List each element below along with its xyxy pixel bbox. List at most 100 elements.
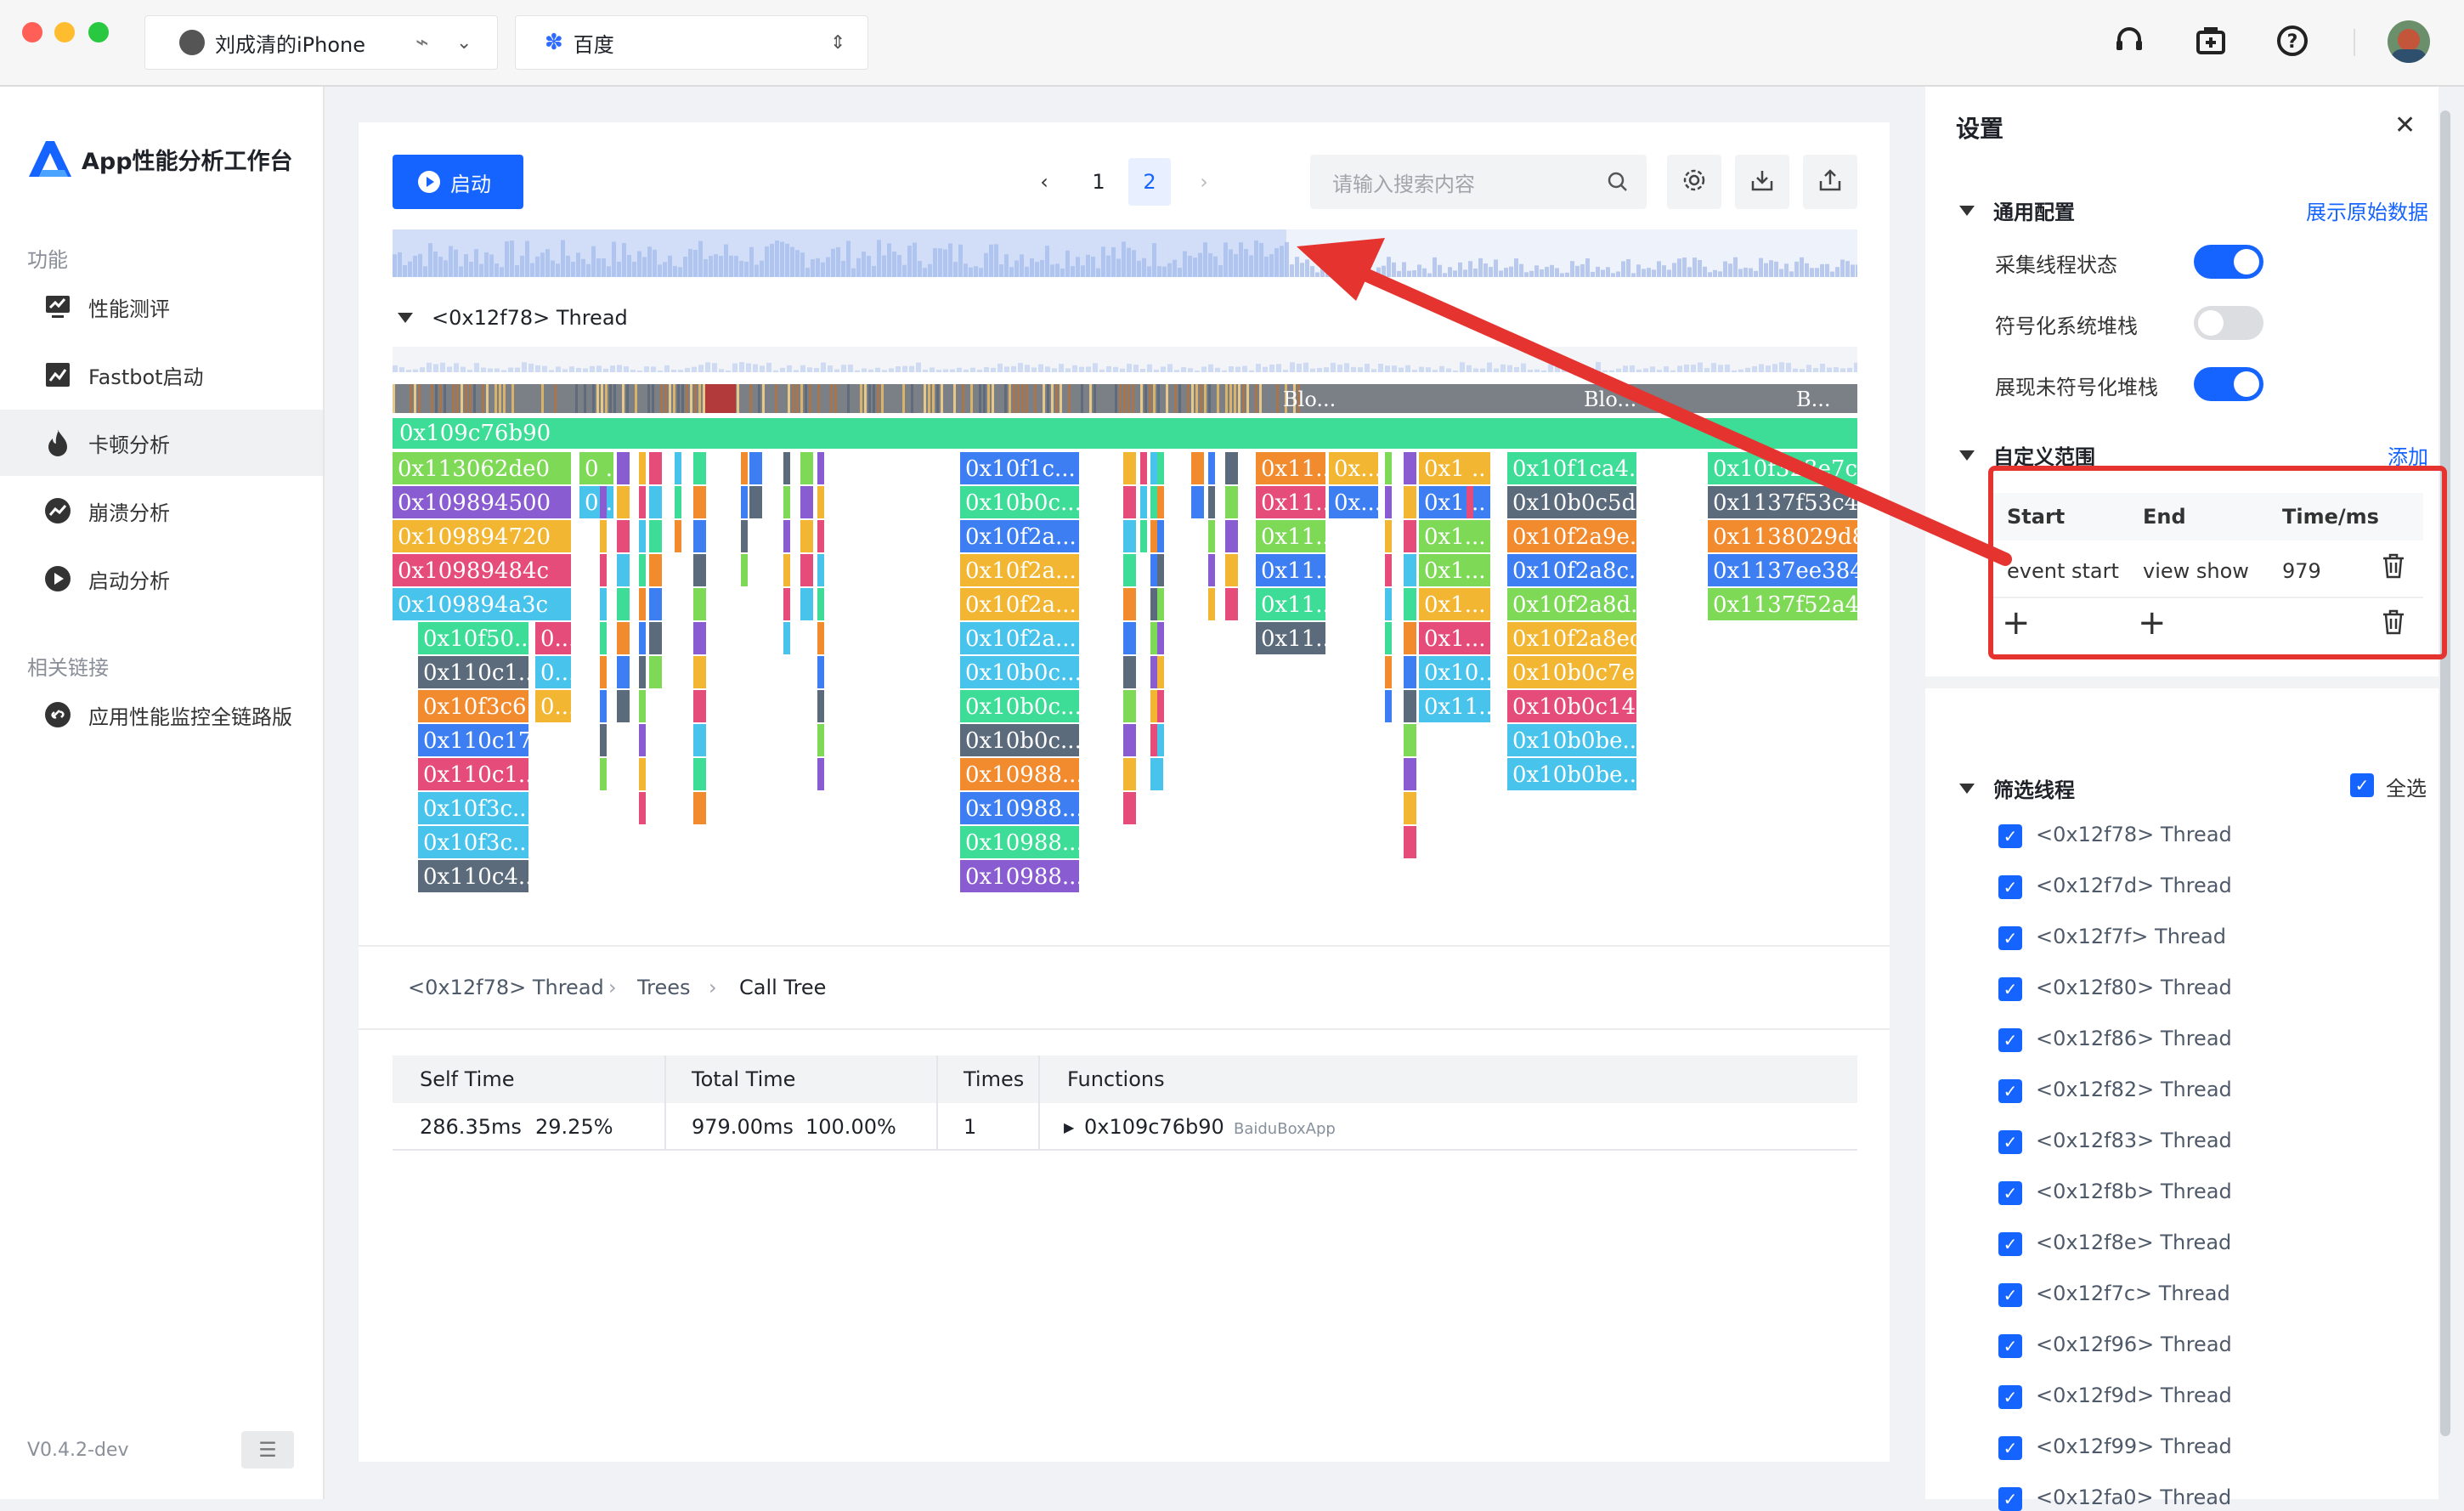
flame-frame[interactable] — [1225, 554, 1238, 586]
timeline-overview[interactable] — [393, 229, 1857, 277]
flame-frame[interactable] — [1385, 588, 1392, 620]
app-select[interactable]: ✽ 百度 ⇕ — [515, 15, 868, 70]
flame-frame[interactable] — [1225, 486, 1238, 518]
flame-frame[interactable] — [1404, 690, 1416, 722]
toggle-collect-thread-state[interactable] — [2194, 245, 2263, 279]
flame-frame[interactable] — [649, 622, 662, 654]
flame-frame[interactable] — [1123, 486, 1136, 518]
flame-frame[interactable] — [1208, 452, 1215, 484]
flame-frame[interactable] — [1225, 520, 1238, 552]
flame-frame[interactable] — [600, 690, 607, 722]
col-total-time[interactable]: Total Time — [692, 1055, 795, 1103]
toggle-symbolicate-system[interactable] — [2194, 306, 2263, 340]
flame-frame[interactable] — [639, 758, 646, 790]
flame-chart[interactable]: Blo... Blo... B... 0x109c76b90 0x113062d… — [393, 347, 1857, 1044]
flame-frame[interactable] — [600, 520, 607, 552]
flame-frame[interactable] — [1467, 486, 1473, 518]
flame-frame[interactable] — [800, 554, 813, 586]
flame-frame[interactable] — [1385, 486, 1392, 518]
flame-frame[interactable] — [639, 554, 646, 586]
flame-frame[interactable] — [817, 622, 824, 654]
flame-frame[interactable] — [693, 452, 706, 484]
flame-frame[interactable] — [783, 520, 790, 552]
thread-checkbox[interactable]: ✓ — [1998, 1079, 2022, 1103]
thread-checkbox[interactable]: ✓ — [1998, 1487, 2022, 1511]
flame-frame[interactable] — [693, 792, 706, 824]
flame-frame[interactable] — [783, 486, 790, 518]
flame-frame[interactable] — [639, 622, 646, 654]
flame-frame[interactable] — [693, 724, 706, 756]
thread-checkbox[interactable]: ✓ — [1998, 1232, 2022, 1256]
flame-frame[interactable] — [1404, 656, 1416, 688]
flame-frame[interactable] — [639, 792, 646, 824]
flame-frame[interactable] — [1225, 588, 1238, 620]
col-functions[interactable]: Functions — [1067, 1055, 1165, 1103]
flame-frame[interactable] — [1385, 520, 1392, 552]
flame-frame[interactable] — [783, 452, 790, 484]
flame-frame[interactable] — [1404, 486, 1416, 518]
maximize-window-button[interactable] — [88, 22, 109, 42]
flame-frame[interactable] — [1157, 588, 1164, 620]
thread-checkbox[interactable]: ✓ — [1998, 1283, 2022, 1307]
flame-frame[interactable] — [600, 486, 607, 518]
flame-frame[interactable] — [639, 588, 646, 620]
flame-frame[interactable] — [1123, 588, 1136, 620]
thread-checkbox[interactable]: ✓ — [1998, 1181, 2022, 1205]
flame-frame[interactable] — [1123, 622, 1136, 654]
flame-frame[interactable] — [749, 452, 762, 484]
flame-frame[interactable] — [1123, 520, 1136, 552]
flame-frame[interactable] — [649, 588, 662, 620]
flame-frame[interactable] — [1123, 758, 1136, 790]
flame-frame[interactable] — [693, 486, 706, 518]
flame-frame[interactable] — [783, 554, 790, 586]
flame-frame[interactable] — [600, 656, 607, 688]
flame-frame[interactable] — [1150, 758, 1163, 790]
search-input[interactable]: 请输入搜索内容 — [1310, 155, 1647, 209]
flame-frame[interactable] — [1157, 554, 1164, 586]
flame-frame[interactable] — [1191, 452, 1204, 484]
flame-frame[interactable] — [649, 452, 662, 484]
flame-frame[interactable] — [649, 520, 662, 552]
toolbox-icon[interactable] — [2189, 19, 2233, 63]
flame-frame[interactable] — [649, 486, 662, 518]
col-self-time[interactable]: Self Time — [420, 1055, 514, 1103]
flame-frame[interactable] — [1157, 486, 1164, 518]
flame-frame[interactable] — [817, 724, 824, 756]
flame-frame[interactable] — [649, 554, 662, 586]
flame-frame[interactable] — [817, 520, 824, 552]
flame-frame[interactable] — [639, 520, 646, 552]
flame-frame[interactable] — [1123, 690, 1136, 722]
flame-frame[interactable] — [1404, 758, 1416, 790]
flame-frame[interactable] — [1123, 452, 1136, 484]
settings-scrollbar[interactable] — [2440, 110, 2450, 1436]
minimize-window-button[interactable] — [54, 22, 75, 42]
flame-frame[interactable] — [741, 486, 748, 518]
flame-frame[interactable] — [600, 588, 607, 620]
flame-frame[interactable] — [1404, 520, 1416, 552]
thread-checkbox[interactable]: ✓ — [1998, 1436, 2022, 1460]
flame-frame[interactable] — [1404, 724, 1416, 756]
caret-right-icon[interactable]: ▶ — [1064, 1103, 1074, 1151]
sidebar-item-fastbot[interactable]: Fastbot启动 — [0, 342, 323, 408]
next-page-button[interactable]: › — [1183, 158, 1225, 206]
flame-frame[interactable] — [693, 520, 706, 552]
flame-frame[interactable] — [817, 554, 824, 586]
flame-frame[interactable] — [1157, 622, 1164, 654]
settings-button[interactable] — [1667, 155, 1721, 209]
flame-frame[interactable] — [741, 452, 748, 484]
flame-frame[interactable] — [617, 452, 630, 484]
flame-frame[interactable] — [1208, 554, 1215, 586]
flame-frame[interactable] — [617, 486, 630, 518]
thread-header[interactable]: <0x12f78> Thread — [398, 306, 628, 330]
flame-frame[interactable] — [749, 486, 762, 518]
flame-frame[interactable] — [693, 554, 706, 586]
page-1-button[interactable]: 1 — [1077, 158, 1120, 206]
flame-frame[interactable] — [693, 656, 706, 688]
headset-icon[interactable] — [2107, 19, 2151, 63]
flame-frame[interactable] — [1208, 520, 1215, 552]
flame-frame[interactable] — [817, 588, 824, 620]
flame-frame[interactable] — [817, 690, 824, 722]
flame-frame[interactable] — [1385, 656, 1392, 688]
flame-frame[interactable] — [1123, 792, 1136, 824]
show-raw-data-link[interactable]: 展示原始数据 — [2306, 195, 2428, 225]
